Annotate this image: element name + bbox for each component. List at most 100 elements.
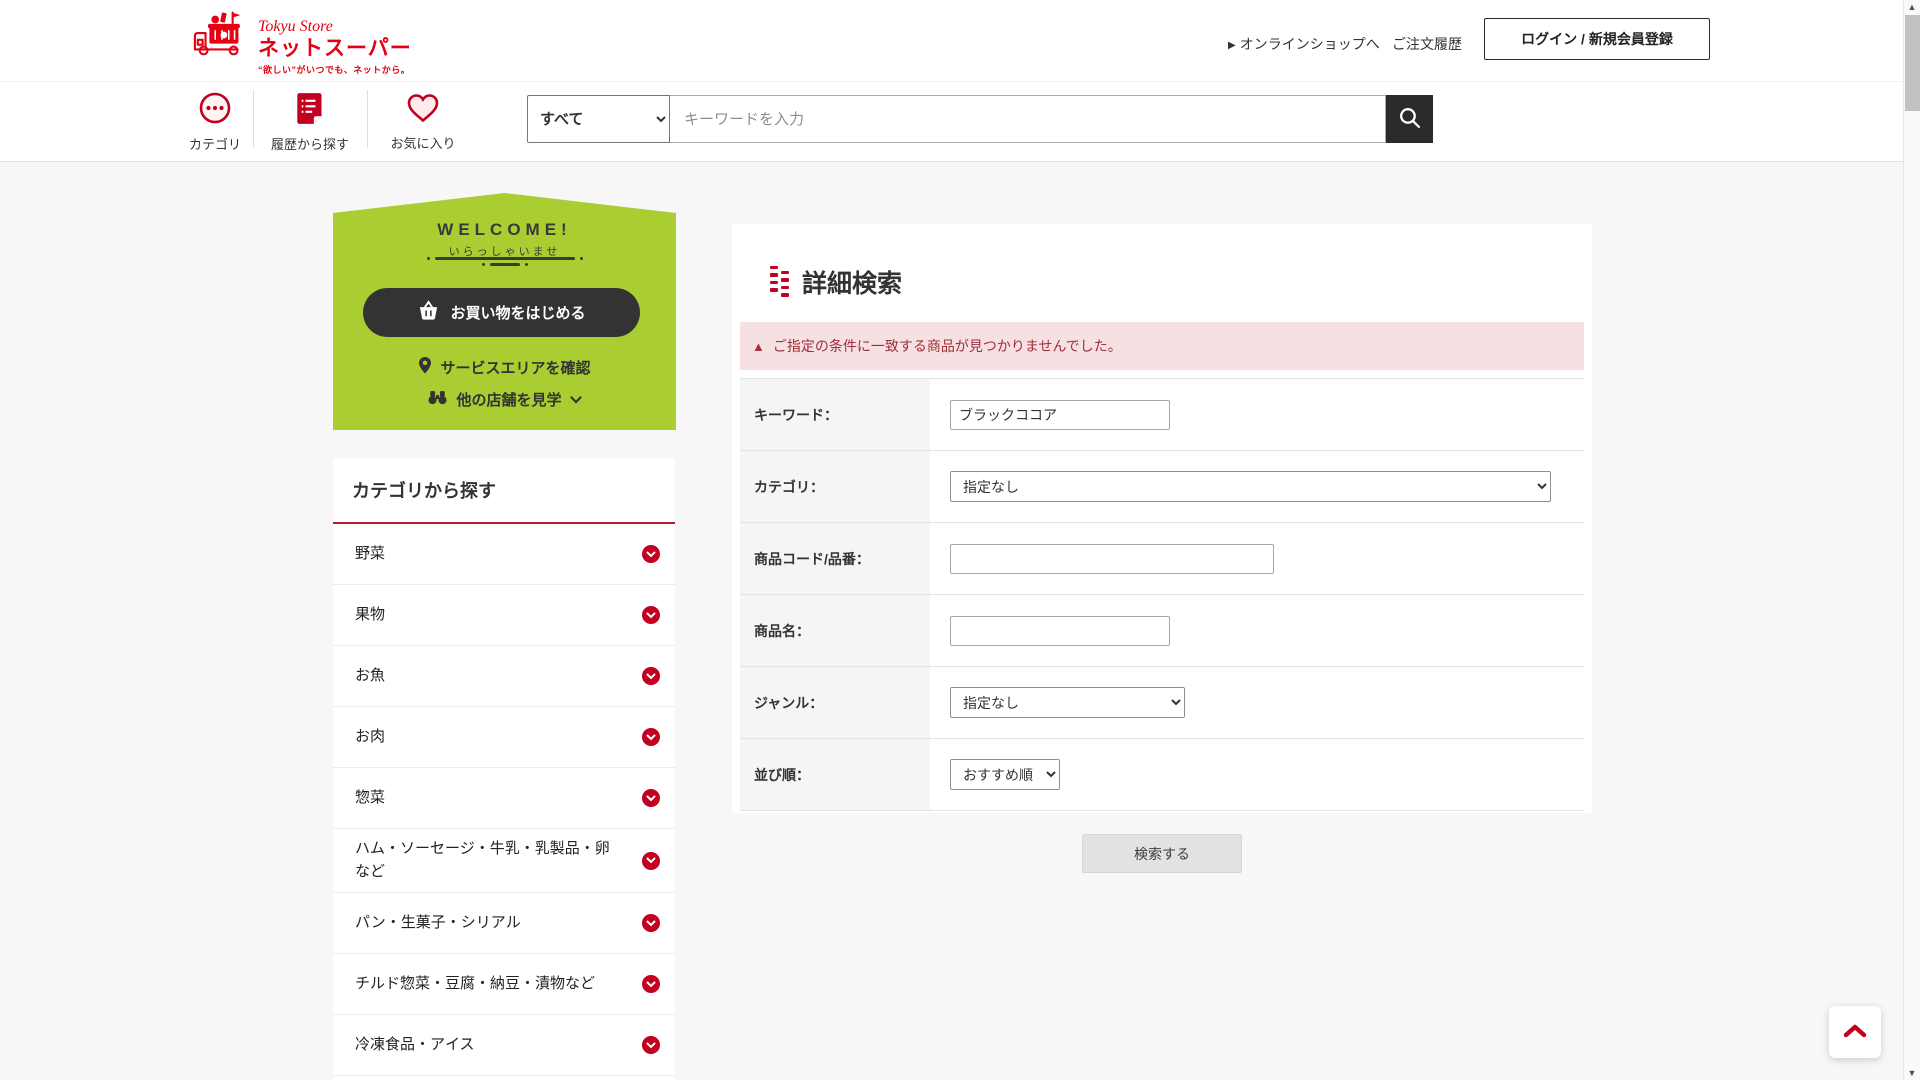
search-input[interactable] bbox=[670, 95, 1386, 143]
nav-category[interactable]: カテゴリ bbox=[177, 82, 253, 162]
chevron-up-icon bbox=[1842, 1023, 1868, 1042]
category-item-fish[interactable]: お魚 bbox=[333, 646, 675, 707]
scrollbar-up-arrow[interactable]: ▲ bbox=[1904, 2, 1920, 12]
pin-icon bbox=[418, 356, 432, 378]
logo[interactable]: Tokyu Store ネットスーパー “欲しい”がいつでも、ネットから。 bbox=[192, 10, 412, 76]
truck-logo-icon bbox=[192, 10, 252, 63]
category-label: カテゴリ： bbox=[740, 451, 930, 522]
category-item-label: 果物 bbox=[355, 605, 386, 623]
logo-brand-main: ネットスーパー bbox=[258, 37, 412, 60]
quicknav: カテゴリ 履歴から探す お気に入り bbox=[177, 82, 479, 162]
category-item-ham-dairy-eggs[interactable]: ハム・ソーセージ・牛乳・乳製品・卵など bbox=[333, 829, 675, 893]
search-submit-button[interactable]: 検索する bbox=[1082, 834, 1242, 873]
search-button[interactable] bbox=[1386, 95, 1433, 143]
start-shopping-label: お買い物をはじめる bbox=[450, 305, 586, 322]
nav-favorites-label: お気に入り bbox=[390, 135, 456, 151]
order-history-link[interactable]: ご注文履歴 bbox=[1392, 34, 1462, 54]
nav-history-label: 履歴から探す bbox=[270, 136, 349, 152]
category-select[interactable]: 指定なし bbox=[950, 471, 1551, 502]
chevron-down-circle-icon bbox=[642, 728, 660, 746]
genre-select[interactable]: 指定なし bbox=[950, 687, 1185, 718]
welcome-title: WELCOME! bbox=[437, 220, 572, 239]
form-row-product-name: 商品名： bbox=[740, 595, 1584, 667]
online-shop-label: オンラインショップへ bbox=[1239, 36, 1380, 52]
scroll-top-button[interactable] bbox=[1829, 1006, 1881, 1058]
detail-search-panel: 詳細検索 ▲ ご指定の条件に一致する商品が見つかりませんでした。 キーワード： … bbox=[732, 224, 1592, 813]
category-item-label: 野菜 bbox=[355, 544, 386, 562]
category-item-label: パン・生菓子・シリアル bbox=[355, 913, 521, 931]
category-item-label: 冷凍食品・アイス bbox=[355, 1035, 475, 1053]
ellipsis-circle-icon bbox=[198, 91, 232, 130]
error-banner: ▲ ご指定の条件に一致する商品が見つかりませんでした。 bbox=[740, 322, 1584, 370]
category-item-frozen-ice[interactable]: 冷凍食品・アイス bbox=[333, 1015, 675, 1076]
detail-search-title-label: 詳細検索 bbox=[802, 270, 903, 298]
service-area-label: サービスエリアを確認 bbox=[440, 359, 591, 377]
nav-divider bbox=[253, 90, 254, 148]
logo-brand-script: Tokyu Store bbox=[258, 18, 333, 35]
form-row-category: カテゴリ： 指定なし bbox=[740, 451, 1584, 523]
product-code-input[interactable] bbox=[950, 543, 1274, 574]
form-row-genre: ジャンル： 指定なし bbox=[740, 667, 1584, 739]
chevron-down-circle-icon bbox=[642, 545, 660, 563]
welcome-panel: WELCOME! いらっしゃいませ お買い物をはじめる サービスエリアを確認 他… bbox=[333, 193, 676, 430]
online-shop-link[interactable]: ▶ オンラインショップへ bbox=[1228, 34, 1380, 54]
warning-icon: ▲ bbox=[752, 338, 765, 354]
error-message: ご指定の条件に一致する商品が見つかりませんでした。 bbox=[772, 338, 1122, 354]
chevron-down-circle-icon bbox=[642, 975, 660, 993]
welcome-divider bbox=[333, 257, 676, 266]
nav-history[interactable]: 履歴から探す bbox=[253, 82, 367, 162]
category-panel-title: カテゴリから探す bbox=[333, 458, 675, 524]
keyword-label: キーワード： bbox=[740, 379, 930, 450]
scrollbar-thumb[interactable] bbox=[1905, 15, 1920, 111]
category-item-bread-cereal[interactable]: パン・生菓子・シリアル bbox=[333, 893, 675, 954]
category-item-label: お肉 bbox=[355, 727, 386, 745]
history-list-icon bbox=[296, 92, 325, 130]
category-item-chilled-tofu[interactable]: チルド惣菜・豆腐・納豆・漬物など bbox=[333, 954, 675, 1015]
binoculars-icon bbox=[427, 390, 448, 409]
genre-label: ジャンル： bbox=[740, 667, 930, 738]
sort-select[interactable]: おすすめ順 bbox=[950, 759, 1060, 790]
service-area-link[interactable]: サービスエリアを確認 bbox=[333, 356, 676, 378]
chevron-down-circle-icon bbox=[642, 789, 660, 807]
category-item-label: チルド惣菜・豆腐・納豆・漬物など bbox=[355, 974, 596, 992]
nav-divider bbox=[367, 90, 368, 148]
login-button[interactable]: ログイン / 新規会員登録 bbox=[1484, 18, 1710, 60]
chevron-down-circle-icon bbox=[642, 851, 660, 870]
play-icon: ▶ bbox=[1228, 40, 1236, 51]
dash-list-icon bbox=[770, 265, 789, 299]
search-scope-select[interactable]: すべて bbox=[527, 95, 670, 143]
basket-icon bbox=[417, 300, 440, 325]
other-stores-label: 他の店舗を見学 bbox=[456, 392, 562, 409]
chevron-down-circle-icon bbox=[642, 667, 660, 685]
nav-favorites[interactable]: お気に入り bbox=[367, 82, 479, 162]
keyword-input[interactable] bbox=[950, 399, 1170, 430]
logo-text: Tokyu Store ネットスーパー “欲しい”がいつでも、ネットから。 bbox=[258, 10, 412, 76]
chevron-down-icon bbox=[569, 391, 582, 408]
detail-search-title: 詳細検索 bbox=[770, 264, 902, 300]
start-shopping-button[interactable]: お買い物をはじめる bbox=[363, 288, 640, 337]
search-bar: すべて bbox=[527, 95, 1433, 143]
category-item-meat[interactable]: お肉 bbox=[333, 707, 675, 768]
form-row-product-code: 商品コード/品番： bbox=[740, 523, 1584, 595]
category-item-label: お魚 bbox=[355, 666, 386, 684]
category-panel: カテゴリから探す 野菜 果物 お魚 お肉 惣菜 ハム・ソーセージ・牛乳・乳製品・… bbox=[333, 458, 675, 1090]
category-item-label: ハム・ソーセージ・牛乳・乳製品・卵など bbox=[355, 840, 610, 880]
scrollbar-down-arrow[interactable]: ▼ bbox=[1904, 1068, 1920, 1078]
search-form: キーワード： カテゴリ： 指定なし 商品コード/品番： 商品名： ジャンル： 指… bbox=[740, 378, 1584, 811]
form-row-keyword: キーワード： bbox=[740, 379, 1584, 451]
product-name-input[interactable] bbox=[950, 615, 1170, 646]
category-item-vegetables[interactable]: 野菜 bbox=[333, 524, 675, 585]
chevron-down-circle-icon bbox=[642, 1036, 660, 1054]
chevron-down-circle-icon bbox=[642, 606, 660, 624]
sort-label: 並び順： bbox=[740, 739, 930, 810]
form-row-sort: 並び順： おすすめ順 bbox=[740, 739, 1584, 811]
chevron-down-circle-icon bbox=[642, 914, 660, 932]
scrollbar[interactable]: ▲ ▼ bbox=[1903, 0, 1920, 1080]
category-item-fruits[interactable]: 果物 bbox=[333, 585, 675, 646]
other-stores-link[interactable]: 他の店舗を見学 bbox=[333, 389, 676, 410]
heart-icon bbox=[406, 93, 440, 129]
category-item-deli[interactable]: 惣菜 bbox=[333, 768, 675, 829]
logo-tagline: “欲しい”がいつでも、ネットから。 bbox=[258, 65, 411, 76]
category-item-label: 惣菜 bbox=[355, 788, 386, 806]
topbar: Tokyu Store ネットスーパー “欲しい”がいつでも、ネットから。 ▶ オ… bbox=[0, 0, 1903, 82]
